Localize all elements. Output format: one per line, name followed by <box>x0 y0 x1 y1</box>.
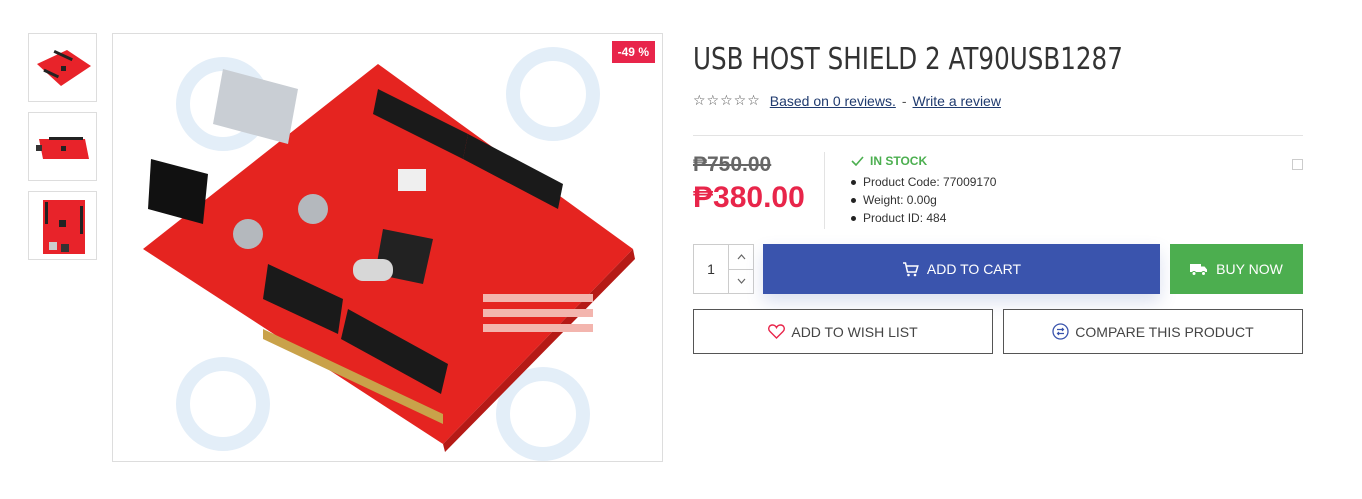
thumbnail-list <box>28 33 97 270</box>
quantity-buttons <box>728 245 753 293</box>
stock-status: IN STOCK <box>851 154 996 168</box>
truck-icon <box>1190 263 1208 276</box>
action-row: ADD TO WISH LIST COMPARE THIS PRODUCT <box>693 309 1303 354</box>
prices: ₱750.00 ₱380.00 <box>693 152 825 229</box>
thumbnail-1[interactable] <box>28 33 97 102</box>
quantity-input[interactable] <box>694 245 728 293</box>
product-details: USB HOST SHIELD 2 AT90USB1287 ☆☆☆☆☆ Base… <box>693 33 1303 354</box>
price-block: ₱750.00 ₱380.00 IN STOCK Product Code: 7… <box>693 152 1303 229</box>
quantity-stepper <box>693 244 754 294</box>
cart-row: ADD TO CART BUY NOW <box>693 244 1303 294</box>
product-info-list: Product Code: 77009170 Weight: 0.00g Pro… <box>851 173 996 227</box>
thumbnail-2[interactable] <box>28 112 97 181</box>
product-id: Product ID: 484 <box>851 209 996 227</box>
add-to-cart-button[interactable]: ADD TO CART <box>763 244 1160 294</box>
heart-icon <box>768 324 786 339</box>
add-to-wishlist-button[interactable]: ADD TO WISH LIST <box>693 309 993 354</box>
compare-product-button[interactable]: COMPARE THIS PRODUCT <box>1003 309 1303 354</box>
product-code: Product Code: 77009170 <box>851 173 996 191</box>
discount-badge: -49 % <box>611 41 655 63</box>
quantity-increase-button[interactable] <box>729 245 753 270</box>
divider <box>693 135 1303 136</box>
add-to-cart-label: ADD TO CART <box>926 261 1022 277</box>
quantity-decrease-button[interactable] <box>729 270 753 294</box>
product-weight: Weight: 0.00g <box>851 191 996 209</box>
buy-now-button[interactable]: BUY NOW <box>1170 244 1303 294</box>
cart-icon <box>902 261 919 276</box>
stock-info: IN STOCK Product Code: 77009170 Weight: … <box>825 152 996 229</box>
thumbnail-3[interactable] <box>28 191 97 260</box>
check-icon <box>851 156 864 166</box>
rating-separator: - <box>901 92 907 109</box>
stock-label: IN STOCK <box>870 154 928 168</box>
board-thumbnail-image <box>42 199 85 254</box>
wishlist-label: ADD TO WISH LIST <box>791 323 918 340</box>
rating-stars-icon: ☆☆☆☆☆ <box>693 92 761 108</box>
chevron-down-icon <box>737 278 745 285</box>
board-thumbnail-image <box>36 49 91 86</box>
old-price: ₱750.00 <box>693 153 772 176</box>
usb-host-shield-board-image <box>143 47 635 461</box>
write-review-link[interactable]: Write a review <box>913 93 1001 109</box>
rating-row: ☆☆☆☆☆ Based on 0 reviews. - Write a revi… <box>693 92 1303 109</box>
compare-icon <box>1052 323 1069 340</box>
new-price: ₱380.00 <box>693 181 805 214</box>
compare-label: COMPARE THIS PRODUCT <box>1075 323 1254 340</box>
main-product-image[interactable]: -49 % <box>112 33 663 462</box>
chevron-up-icon <box>737 253 745 260</box>
product-title: USB HOST SHIELD 2 AT90USB1287 <box>693 42 1123 77</box>
buy-now-label: BUY NOW <box>1216 261 1283 277</box>
reviews-link[interactable]: Based on 0 reviews. <box>770 93 896 109</box>
board-thumbnail-image <box>35 136 89 159</box>
compare-checkbox[interactable] <box>1292 159 1303 170</box>
